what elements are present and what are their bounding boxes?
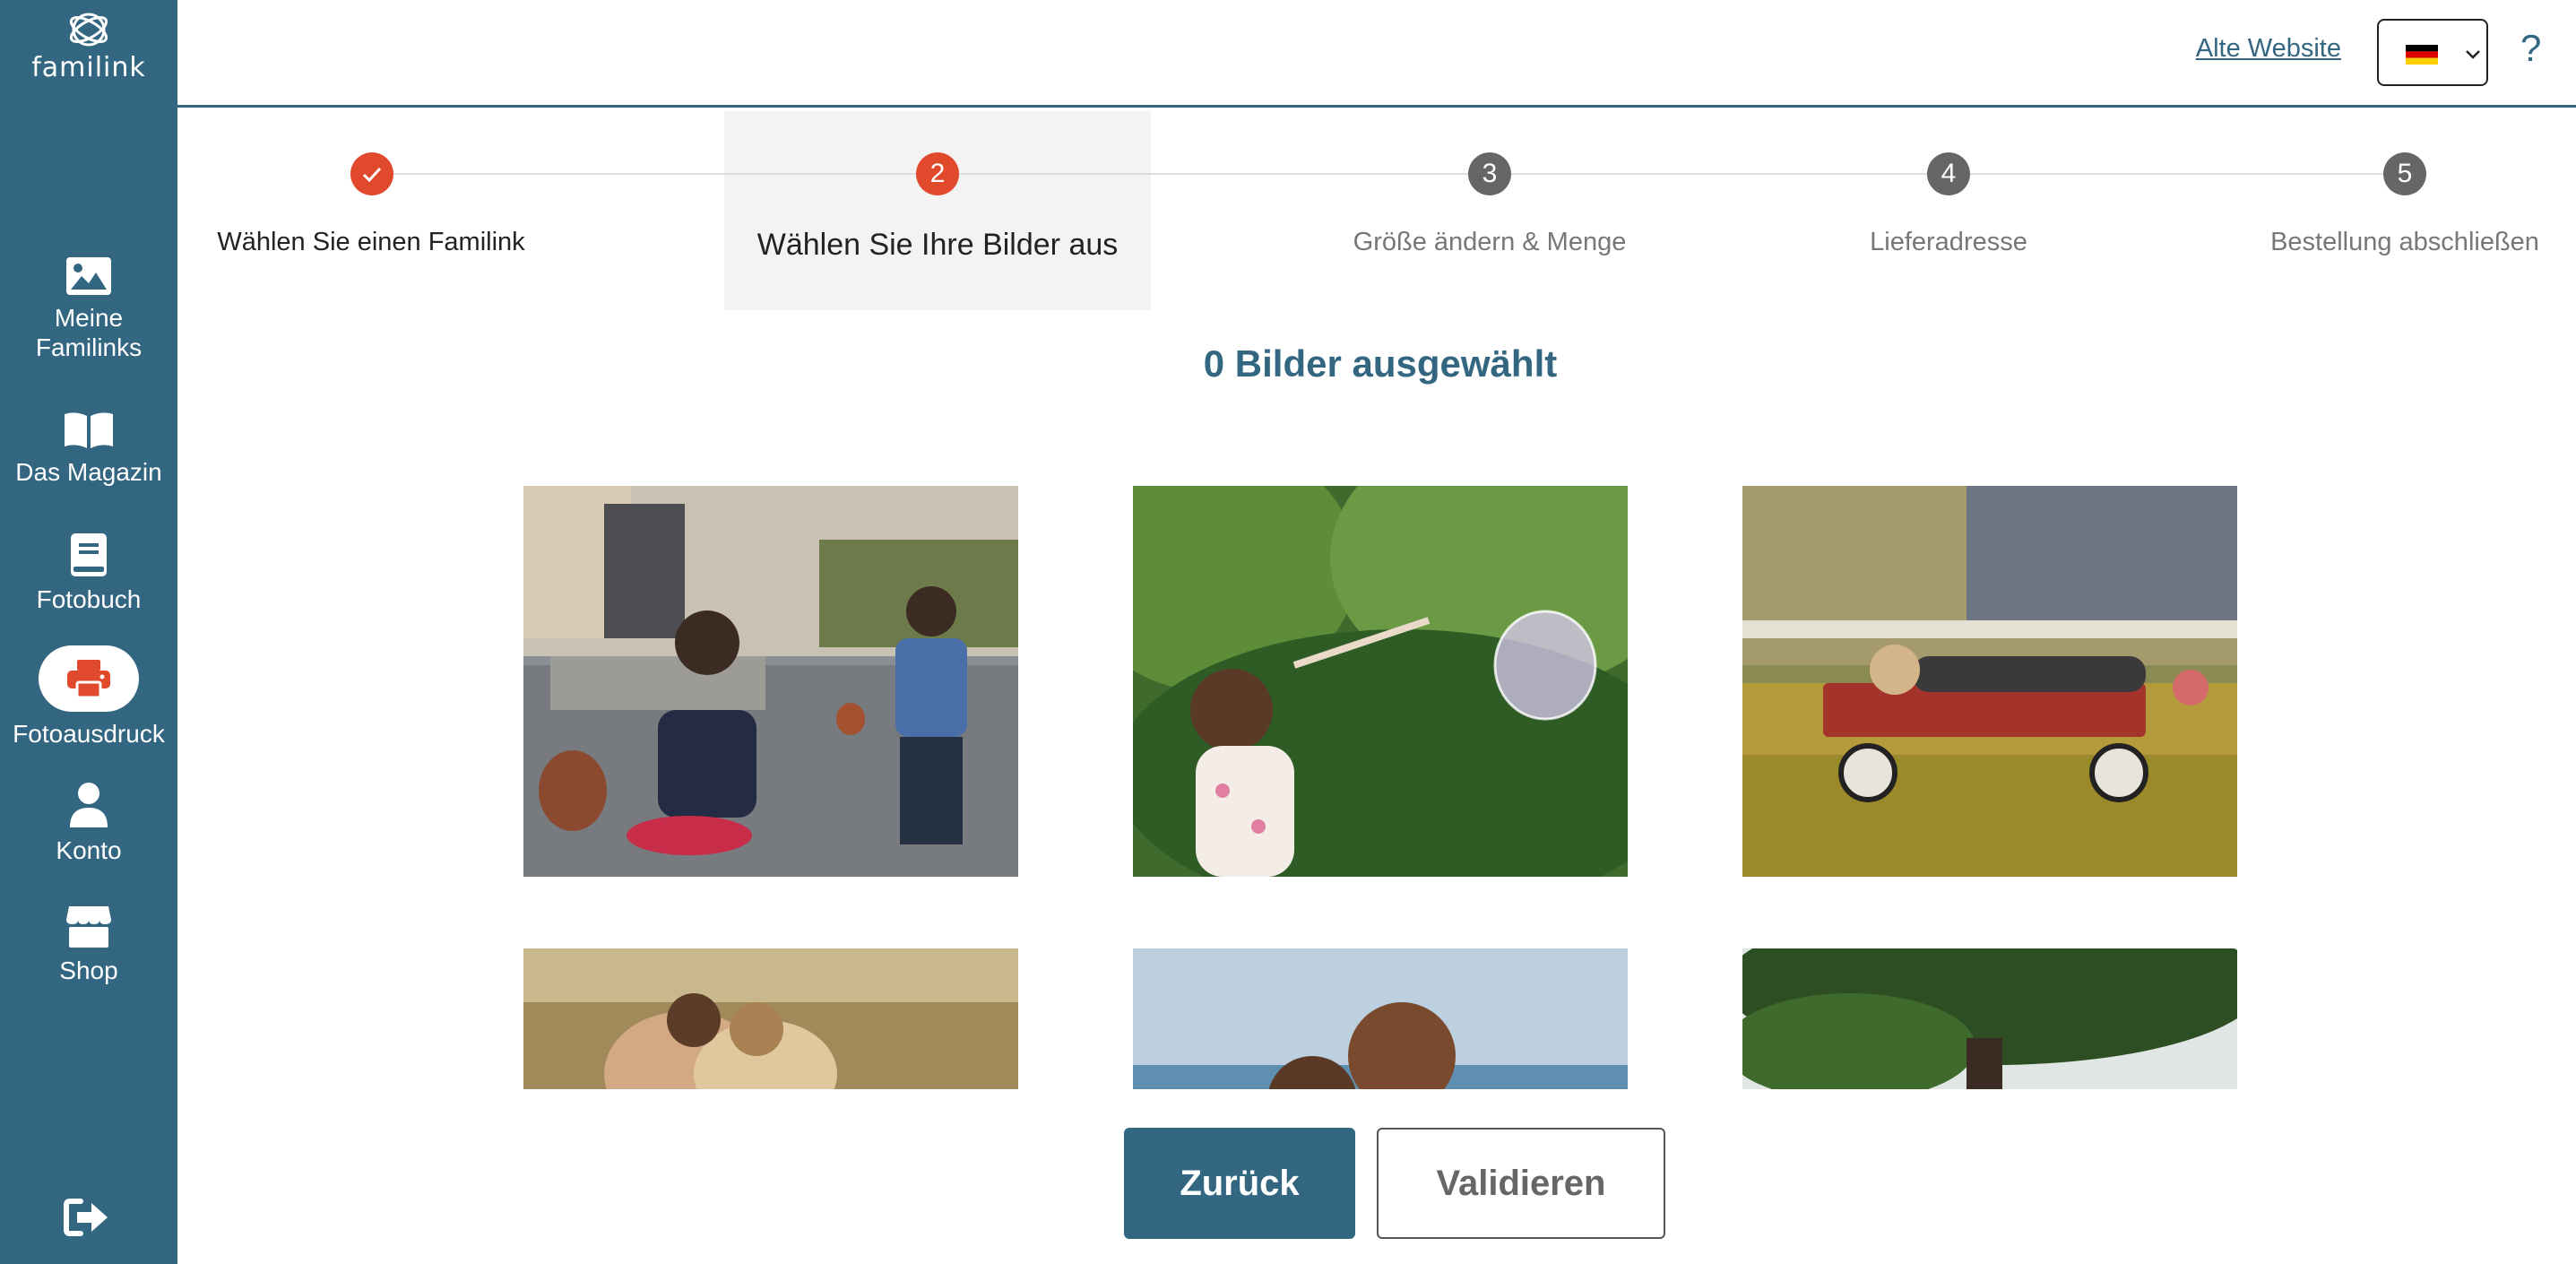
sidebar-item-label: Fotoausdruck: [13, 720, 165, 748]
sidebar-item-label: Meine Familinks: [35, 304, 143, 361]
brand-name: familink: [31, 52, 146, 83]
step-4-label: Lieferadresse: [1870, 228, 2027, 256]
help-button[interactable]: ?: [2520, 27, 2541, 70]
printer-icon: [67, 660, 110, 698]
step-connector: [393, 173, 916, 175]
sidebar-item-label: Das Magazin: [15, 458, 162, 486]
step-3-number: 3: [1468, 152, 1511, 195]
active-step-highlight: [724, 111, 1151, 310]
man-beach-photo[interactable]: [1133, 948, 1628, 1089]
sidebar-item-label: Shop: [59, 957, 118, 984]
step-3-label: Größe ändern & Menge: [1353, 228, 1627, 256]
step-1-check-icon: [350, 152, 393, 195]
book-open-icon: [65, 412, 113, 448]
step-1-label: Wählen Sie einen Familink: [217, 228, 525, 256]
sidebar: familink Meine Familinks Das Magazin Fot…: [0, 0, 177, 1264]
tree-photo[interactable]: [1742, 948, 2237, 1089]
selected-count: 0 Bilder ausgewählt: [1203, 342, 1558, 385]
validate-button[interactable]: Validieren: [1377, 1128, 1665, 1239]
sidebar-item-konto[interactable]: Konto: [0, 782, 177, 865]
sidebar-item-label: Konto: [56, 836, 122, 864]
children-wagon-photo[interactable]: [1742, 486, 2237, 877]
step-2-number: 2: [916, 152, 959, 195]
top-header: Alte Website: [177, 0, 2576, 108]
girls-bike-photo[interactable]: [523, 486, 1018, 877]
step-5-label: Bestellung abschließen: [2270, 228, 2539, 256]
logout-button[interactable]: [63, 1198, 115, 1244]
check-icon: [362, 167, 382, 183]
german-flag-icon: [2406, 45, 2438, 65]
step-2-label: Wählen Sie Ihre Bilder aus: [756, 228, 1119, 262]
sidebar-item-fotobuch[interactable]: Fotobuch: [0, 532, 177, 614]
step-5-number: 5: [2383, 152, 2426, 195]
chevron-down-icon: [2466, 50, 2480, 59]
sidebar-item-shop[interactable]: Shop: [0, 905, 177, 985]
sidebar-item-fotoausdruck[interactable]: Fotoausdruck: [0, 645, 177, 749]
logout-icon: [64, 1199, 108, 1236]
girl-bubble-photo[interactable]: [1133, 486, 1628, 877]
familink-logo-icon: [69, 13, 108, 47]
step-4-number: 4: [1927, 152, 1970, 195]
active-indicator: [39, 645, 139, 712]
step-connector: [957, 173, 1490, 175]
photo-book-icon: [71, 533, 107, 576]
old-website-link[interactable]: Alte Website: [2196, 34, 2341, 64]
step-connector: [1970, 173, 2404, 175]
sidebar-item-meine-familinks[interactable]: Meine Familinks: [0, 256, 177, 362]
sidebar-item-das-magazin[interactable]: Das Magazin: [0, 411, 177, 487]
image-icon: [66, 257, 111, 295]
language-select[interactable]: [2377, 19, 2488, 86]
back-button[interactable]: Zurück: [1124, 1128, 1355, 1239]
step-connector: [1511, 173, 1947, 175]
couple-field-photo[interactable]: [523, 948, 1018, 1089]
user-icon: [70, 783, 108, 827]
familink-logo[interactable]: familink: [0, 9, 177, 90]
store-icon: [66, 906, 111, 948]
sidebar-item-label: Fotobuch: [36, 585, 142, 613]
